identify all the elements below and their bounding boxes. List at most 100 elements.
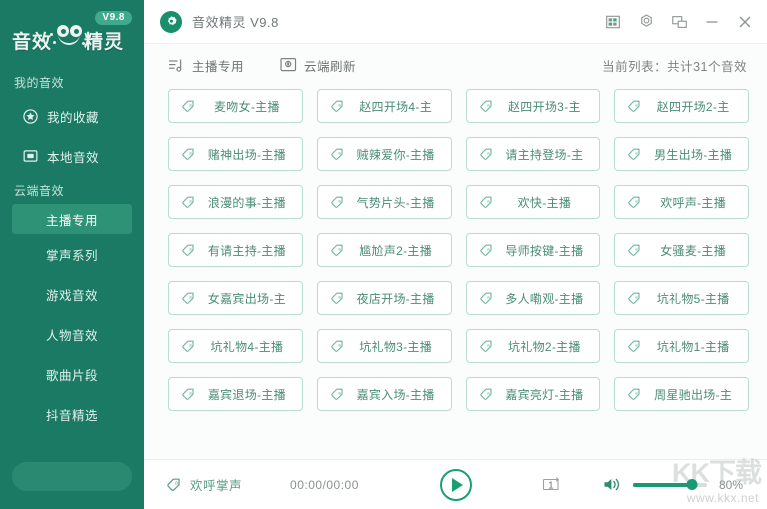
svg-text:a: a <box>635 246 638 251</box>
sound-effect-button[interactable]: a 赵四开场4-主 <box>316 89 452 123</box>
sound-tag-icon: a <box>181 387 196 402</box>
sound-tag-icon: a <box>479 99 494 114</box>
sound-effect-button[interactable]: a 赵四开场3-主 <box>465 89 601 123</box>
toolbar-anchor-exclusive[interactable]: 主播专用 <box>168 56 244 75</box>
toolbar: 主播专用 云端刷新 当前列表：共计31个音效 <box>144 44 767 86</box>
now-playing-title: 欢呼掌声 <box>190 479 243 493</box>
svg-text:a: a <box>338 246 341 251</box>
volume-icon[interactable] <box>603 476 623 494</box>
sound-effect-button[interactable]: a 女嘉宾出场-主 <box>168 281 303 315</box>
sidebar-item-label: 主播专用 <box>45 213 98 228</box>
playback-time: 00:00/00:00 <box>290 477 359 492</box>
repeat-one-icon: 1 <box>542 476 559 491</box>
sound-effect-button[interactable]: a 麦吻女-主播 <box>168 89 303 123</box>
search-box[interactable] <box>12 462 192 491</box>
svg-text:a: a <box>189 342 192 347</box>
sound-tag-icon: a <box>330 387 345 402</box>
sound-tag-icon: a <box>181 99 196 114</box>
sidebar-item-my-favorites[interactable]: 我的收藏 <box>0 96 144 136</box>
version-badge: V9.8 <box>95 11 132 25</box>
sound-effect-button[interactable]: a 请主持登场-主 <box>465 137 601 171</box>
svg-text:a: a <box>635 390 638 395</box>
sound-effect-label: 周星驰出场-主 <box>654 387 733 402</box>
sound-effect-button[interactable]: a 夜店开场-主播 <box>316 281 452 315</box>
logo-text-right: 精灵 <box>84 32 125 53</box>
sound-effect-button[interactable]: a 欢快-主播 <box>465 185 601 219</box>
sound-effect-button[interactable]: a 坑礼物4-主播 <box>168 329 303 363</box>
sound-tag-icon: a <box>627 243 642 258</box>
sound-effect-button[interactable]: a 嘉宾退场-主播 <box>168 377 303 411</box>
sound-effect-label: 坑礼物3-主播 <box>359 339 433 354</box>
logo-dot <box>50 33 53 36</box>
sound-effect-label: 赵四开场4-主 <box>359 99 433 114</box>
svg-text:a: a <box>487 342 490 347</box>
close-icon[interactable] <box>737 14 753 30</box>
sound-tag-icon: a <box>330 291 345 306</box>
sound-effect-button[interactable]: a 坑礼物1-主播 <box>614 329 749 363</box>
volume-fill <box>633 482 693 487</box>
play-button[interactable] <box>439 468 472 501</box>
sound-effect-label: 女嘉宾出场-主 <box>207 291 286 306</box>
sound-effect-button[interactable]: a 坑礼物5-主播 <box>614 281 749 315</box>
sound-tag-icon: a <box>479 291 494 306</box>
sound-effect-button[interactable]: a 嘉宾亮灯-主播 <box>465 377 601 411</box>
minimize-to-tray-icon[interactable] <box>671 14 687 30</box>
toolbar-item-label: 云端刷新 <box>304 59 357 74</box>
sound-effect-button[interactable]: a 尴尬声2-主播 <box>316 233 452 267</box>
skin-icon[interactable] <box>605 14 621 30</box>
sound-effect-button[interactable]: a 赌神出场-主播 <box>168 137 303 171</box>
repeat-one-button[interactable]: 1 <box>540 475 562 495</box>
sound-effect-button[interactable]: a 有请主持-主播 <box>168 233 303 267</box>
sidebar-item-game-sounds[interactable]: 游戏音效 <box>0 274 144 314</box>
sound-tag-icon: a <box>166 477 182 493</box>
sound-effect-label: 贼辣爱你-主播 <box>356 147 435 162</box>
sound-effect-button[interactable]: a 浪漫的事-主播 <box>168 185 303 219</box>
settings-gear-icon[interactable] <box>638 14 654 30</box>
sidebar-item-douyin-picks[interactable]: 抖音精选 <box>0 394 144 434</box>
cloud-refresh-icon <box>280 57 297 74</box>
sidebar-item-local-sounds[interactable]: 本地音效 <box>0 136 144 176</box>
svg-text:a: a <box>189 198 192 203</box>
sidebar-item-character-sounds[interactable]: 人物音效 <box>0 314 144 354</box>
sound-effect-button[interactable]: a 多人嘞观-主播 <box>465 281 601 315</box>
sound-effect-button[interactable]: a 嘉宾入场-主播 <box>316 377 452 411</box>
sound-effect-button[interactable]: a 气势片头-主播 <box>316 185 452 219</box>
sidebar-item-anchor-exclusive[interactable]: 主播专用 <box>12 204 132 234</box>
sound-tag-icon: a <box>181 339 196 354</box>
toolbar-cloud-refresh[interactable]: 云端刷新 <box>280 56 356 75</box>
sound-effect-label: 多人嘞观-主播 <box>505 291 584 306</box>
sound-grid-container: a 麦吻女-主播 a 赵四开场4-主 a 赵四开场3-主 a 赵四开场2-主 a 赌神出场-主播 a… <box>144 86 767 459</box>
sidebar-item-label: 游戏音效 <box>45 288 98 303</box>
sound-effect-button[interactable]: a 男生出场-主播 <box>614 137 749 171</box>
sound-effect-button[interactable]: a 坑礼物3-主播 <box>316 329 452 363</box>
sound-effect-button[interactable]: a 贼辣爱你-主播 <box>316 137 452 171</box>
svg-text:a: a <box>189 294 192 299</box>
sound-tag-icon: a <box>181 291 196 306</box>
sound-effect-button[interactable]: a 赵四开场2-主 <box>614 89 749 123</box>
sound-effect-button[interactable]: a 周星驰出场-主 <box>614 377 749 411</box>
sidebar-item-song-clips[interactable]: 歌曲片段 <box>0 354 144 394</box>
volume-knob[interactable] <box>686 479 698 490</box>
folder-media-icon <box>22 148 38 164</box>
minimize-icon[interactable] <box>704 14 720 30</box>
svg-text:a: a <box>487 246 490 251</box>
svg-text:a: a <box>338 198 341 203</box>
toolbar-item-label: 主播专用 <box>192 59 245 74</box>
volume-percent: 80% <box>719 477 744 492</box>
sound-effect-button[interactable]: a 坑礼物2-主播 <box>465 329 601 363</box>
svg-text:a: a <box>189 246 192 251</box>
svg-text:a: a <box>635 102 638 107</box>
window-controls <box>605 14 753 30</box>
sidebar-item-applause-series[interactable]: 掌声系列 <box>0 234 144 274</box>
sound-effect-button[interactable]: a 欢呼声-主播 <box>614 185 749 219</box>
sound-effect-button[interactable]: a 女骚麦-主播 <box>614 233 749 267</box>
sound-effect-label: 坑礼物1-主播 <box>656 339 730 354</box>
nav-group-title-my: 我的音效 <box>14 75 65 90</box>
sound-effect-label: 坑礼物5-主播 <box>656 291 730 306</box>
sound-tag-icon: a <box>627 339 642 354</box>
sidebar-item-label: 我的收藏 <box>47 110 100 125</box>
volume-slider[interactable] <box>633 479 707 490</box>
sound-effect-button[interactable]: a 导师按键-主播 <box>465 233 601 267</box>
sound-effect-label: 女骚麦-主播 <box>660 243 727 258</box>
star-badge-icon <box>22 108 38 124</box>
